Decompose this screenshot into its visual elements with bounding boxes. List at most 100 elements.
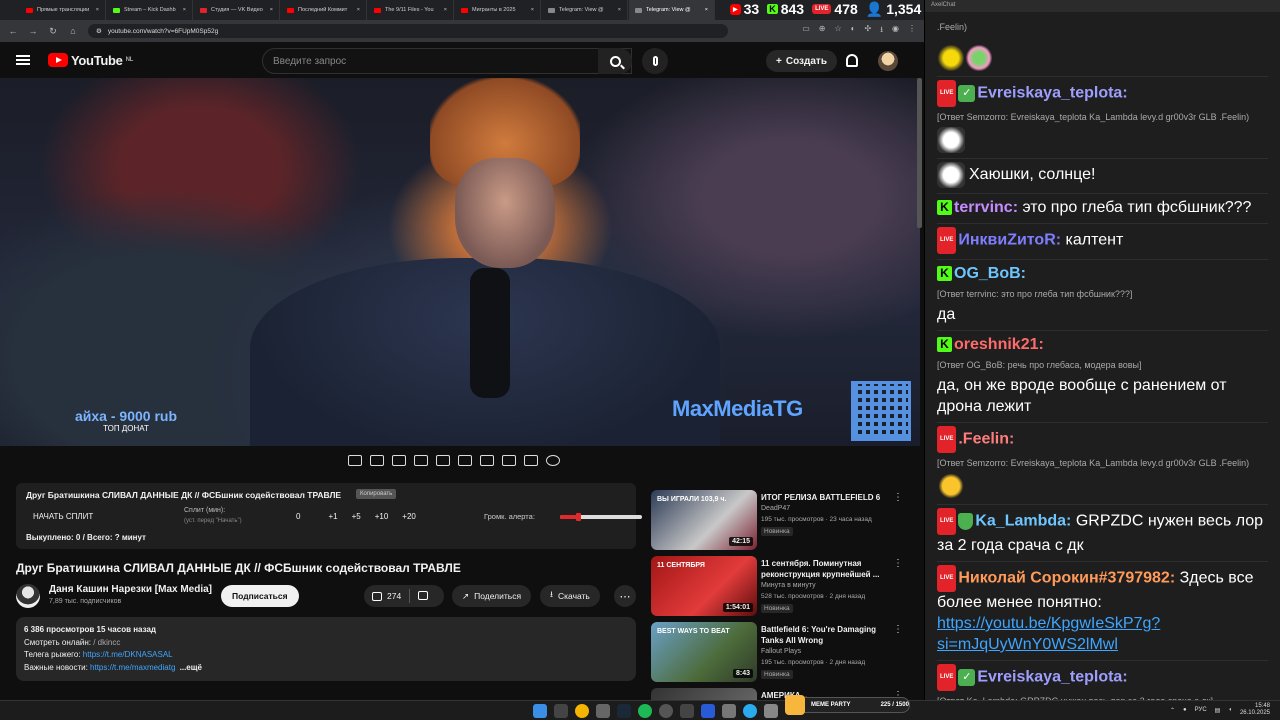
spotify-icon[interactable]	[638, 704, 652, 718]
zoom-icon[interactable]: ⊕	[819, 24, 826, 38]
chat-username[interactable]: Ka_Lambda:	[975, 513, 1071, 530]
screenshot-icon[interactable]	[524, 455, 538, 466]
browser-tab[interactable]: Stream – Kick Dashb ×	[107, 0, 193, 20]
chat-username[interactable]: Николай Сорокин#3797982:	[958, 570, 1175, 587]
recommendation-thumbnail[interactable]: BEST WAYS TO BEAT 8:43	[651, 622, 757, 682]
dislike-button[interactable]	[410, 590, 436, 602]
channel-name[interactable]: Даня Кашин Нарезки [Max Media]	[49, 584, 212, 595]
clapperboard-icon[interactable]	[414, 455, 428, 466]
account-avatar[interactable]	[878, 51, 898, 71]
youtube-logo[interactable]: YouTube NL	[48, 53, 133, 68]
reload-icon[interactable]: ↻	[48, 26, 58, 37]
cast-icon[interactable]: ▭	[802, 24, 810, 38]
chat-username[interactable]: Evreiskaya_teplota:	[977, 669, 1127, 686]
recommendation-item[interactable]: BEST WAYS TO BEAT 8:43 Battlefield 6: You'…	[651, 620, 911, 686]
recommendation-channel[interactable]: DeadP47	[761, 505, 790, 512]
tab-close-icon[interactable]: ×	[444, 7, 447, 13]
forward-icon[interactable]: →	[28, 26, 38, 36]
search-input[interactable]: Введите запрос	[262, 48, 632, 74]
pip-icon[interactable]	[436, 455, 450, 466]
browser-tab[interactable]: Последний Коммит ×	[281, 0, 367, 20]
recommendation-item[interactable]: ВЫ ИГРАЛИ 103,9 ч. 42:15 ИТОГ РЕЛИЗА BATTL…	[651, 488, 911, 554]
share-button[interactable]: ↗ Поделиться	[452, 585, 532, 607]
search-icon[interactable]	[554, 704, 568, 718]
language-indicator[interactable]: РУС	[1195, 707, 1207, 713]
subscribe-button[interactable]: Подписаться	[221, 585, 299, 607]
video-player[interactable]: айха - 9000 rub ТОП ДОНАТ MaxMediaTG	[0, 78, 920, 446]
more-options-icon[interactable]: ⋮	[893, 492, 903, 503]
url-field[interactable]: ⚙ youtube.com/watch?v=6FUpM0Sp52g	[88, 24, 728, 38]
more-actions-button[interactable]: ⋯	[614, 585, 636, 607]
copy-button[interactable]: Копировать	[356, 489, 397, 499]
show-more-button[interactable]: ...ещё	[180, 663, 202, 672]
tab-close-icon[interactable]: ×	[618, 7, 621, 13]
alert-volume-slider[interactable]	[560, 513, 642, 521]
channel-avatar[interactable]	[16, 584, 40, 608]
browser-tab[interactable]: Telegram: View @ ×	[542, 0, 628, 20]
steam-icon[interactable]	[617, 704, 631, 718]
speed-icon[interactable]	[480, 455, 494, 466]
theater-icon[interactable]	[458, 455, 472, 466]
recommendation-channel[interactable]: Минута в минуту	[761, 582, 816, 589]
like-button[interactable]: 274	[364, 589, 411, 603]
more-options-icon[interactable]: ⋮	[893, 558, 903, 569]
tab-close-icon[interactable]: ×	[531, 7, 534, 13]
obs-icon[interactable]	[659, 704, 673, 718]
extension-icon[interactable]: ◐	[851, 24, 856, 38]
browser-tab[interactable]: Студия — VK Видео ×	[194, 0, 280, 20]
tab-close-icon[interactable]: ×	[357, 7, 360, 13]
browser-tab[interactable]: Мигранты в 2025 ×	[455, 0, 541, 20]
desc-channel-mention[interactable]: / dkincc	[93, 638, 120, 647]
clock[interactable]: 15:48 26.10.2025	[1240, 703, 1270, 717]
recommendation-thumbnail[interactable]: ВЫ ИГРАЛИ 103,9 ч. 42:15	[651, 490, 757, 550]
menu-icon[interactable]	[16, 55, 30, 65]
alert-volume-handle[interactable]	[576, 513, 582, 521]
discord-icon[interactable]	[596, 704, 610, 718]
chat-username[interactable]: terrvinc:	[954, 199, 1018, 216]
chat-link[interactable]: https://youtu.be/KpgwIeSkP7g?si=mJqUyWnY…	[937, 613, 1268, 655]
loop-icon[interactable]	[348, 455, 362, 466]
mic-tray-icon[interactable]: ●	[1183, 707, 1187, 713]
tab-close-icon[interactable]: ×	[96, 7, 99, 13]
back-icon[interactable]: ←	[8, 26, 18, 36]
search-button[interactable]	[598, 48, 632, 74]
menu-dots-icon[interactable]: ⋮	[908, 24, 916, 38]
app-icon[interactable]	[680, 704, 694, 718]
media-player-icon[interactable]	[701, 704, 715, 718]
chat-username[interactable]: OG_BoB:	[954, 265, 1026, 282]
add-1-button[interactable]: +1	[328, 512, 337, 521]
download-button[interactable]: ⭳ Скачать	[540, 585, 600, 607]
bookmark-star-icon[interactable]: ☆	[834, 24, 841, 38]
chrome-icon[interactable]	[575, 704, 589, 718]
recommendation-title[interactable]: 11 сентября. Поминутная реконструкция кр…	[761, 558, 891, 580]
browser-tab[interactable]: The 9/11 Files - You ×	[368, 0, 454, 20]
chat-username[interactable]: ИнквиZитоR:	[958, 232, 1061, 249]
start-split-button[interactable]: НАЧАТЬ СПЛИТ	[33, 512, 93, 521]
telegram-icon[interactable]	[743, 704, 757, 718]
chevron-up-icon[interactable]: ⌃	[1170, 707, 1175, 714]
recommendation-channel[interactable]: Fallout Plays	[761, 648, 801, 655]
browser-tab[interactable]: Прямые трансляции ×	[20, 0, 106, 20]
tab-close-icon[interactable]: ×	[183, 7, 186, 13]
tab-close-icon[interactable]: ×	[705, 7, 708, 13]
puzzle-icon[interactable]: ✣	[865, 24, 872, 38]
add-icon[interactable]	[502, 455, 516, 466]
windows-start-icon[interactable]	[533, 704, 547, 718]
chat-username[interactable]: oreshnik21:	[954, 336, 1044, 353]
screen-record-icon[interactable]	[392, 455, 406, 466]
recommendation-title[interactable]: ИТОГ РЕЛИЗА BATTLEFIELD 6	[761, 492, 891, 503]
recommendation-item[interactable]: 11 СЕНТЯБРЯ 1:54:01 11 сентября. Поминутна…	[651, 554, 911, 620]
settings-gear-icon[interactable]	[546, 455, 560, 466]
add-10-button[interactable]: +10	[375, 512, 389, 521]
tool-icon[interactable]	[764, 704, 778, 718]
profile-icon[interactable]: ◉	[892, 24, 899, 38]
chat-username[interactable]: Evreiskaya_teplota:	[977, 85, 1127, 102]
more-options-icon[interactable]: ⋮	[893, 624, 903, 635]
network-icon[interactable]: ▤	[1215, 707, 1221, 714]
recommendation-thumbnail[interactable]: 11 СЕНТЯБРЯ 1:54:01	[651, 556, 757, 616]
page-scrollbar[interactable]	[917, 78, 922, 228]
volume-icon[interactable]: ◖	[1228, 707, 1232, 713]
download-icon[interactable]: ⭳	[880, 24, 883, 38]
recommendation-title[interactable]: Battlefield 6: You're Damaging Tanks All…	[761, 624, 891, 646]
voice-search-button[interactable]	[642, 48, 668, 74]
